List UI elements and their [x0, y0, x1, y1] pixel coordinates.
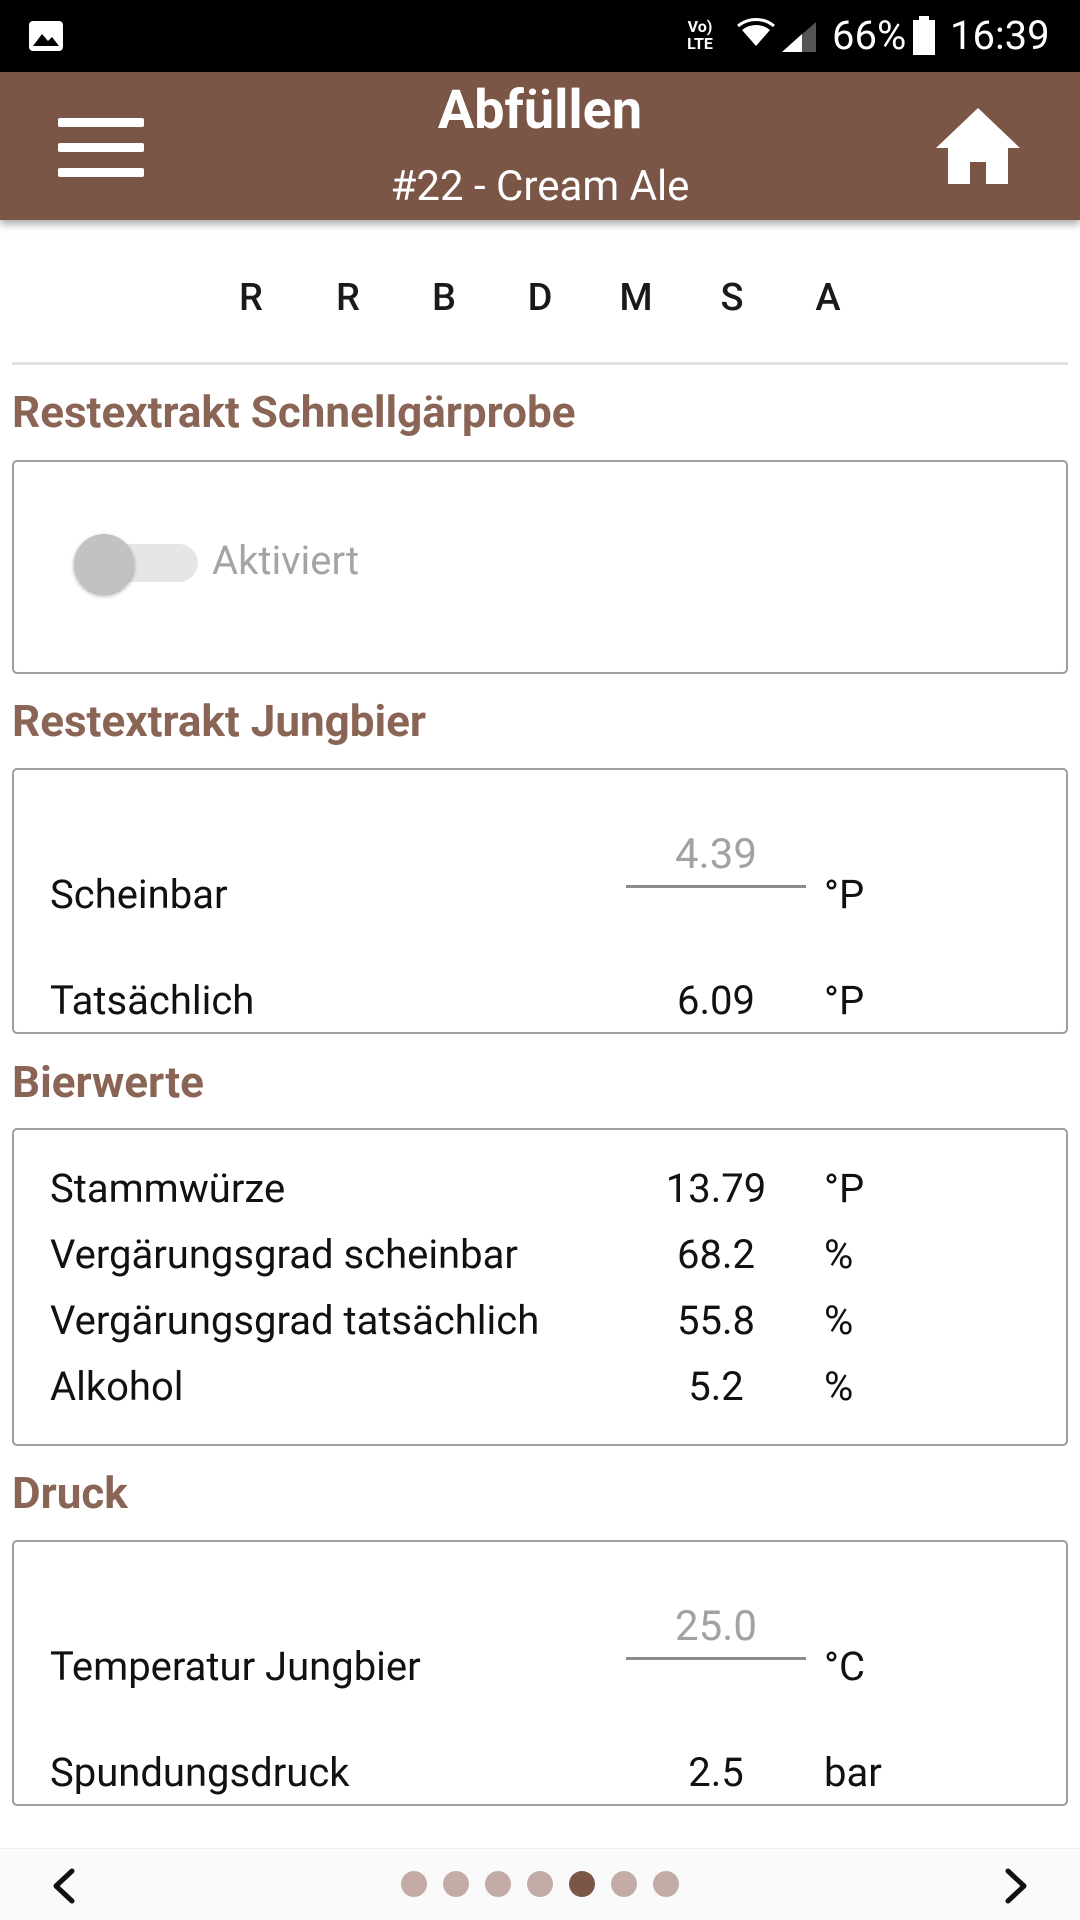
- section-title-jungbier: Restextrakt Jungbier: [12, 695, 427, 747]
- toggle-knob: [74, 534, 134, 594]
- step-tab-5[interactable]: M: [606, 270, 666, 326]
- temperatur-jungbier-input[interactable]: 25.0: [626, 1598, 806, 1660]
- battery-icon: [913, 16, 935, 55]
- battery-percent: 66%: [832, 12, 907, 59]
- status-bar: Vo) LTE 66% 16:39: [0, 0, 1080, 72]
- tatsaechlich-unit: °P: [824, 977, 865, 1024]
- scheinbar-label: Scheinbar: [50, 871, 228, 918]
- page-dot-2[interactable]: [443, 1871, 469, 1897]
- clock: 16:39: [950, 12, 1050, 59]
- vergaerungsgrad-scheinbar-value: 68.2: [677, 1231, 755, 1278]
- scheinbar-input-value: 4.39: [675, 830, 757, 879]
- page-dot-1[interactable]: [401, 1871, 427, 1897]
- tatsaechlich-label: Tatsächlich: [50, 977, 255, 1024]
- wifi-icon: [737, 18, 775, 46]
- page-title: Abfüllen: [437, 79, 643, 142]
- vergaerungsgrad-tatsaechlich-value: 55.8: [677, 1297, 755, 1344]
- vergaerungsgrad-scheinbar-label: Vergärungsgrad scheinbar: [50, 1231, 518, 1278]
- vergaerungsgrad-tatsaechlich-unit: %: [824, 1297, 854, 1344]
- spundungsdruck-label: Spundungsdruck: [50, 1749, 350, 1796]
- home-icon: [936, 108, 1020, 184]
- temperatur-jungbier-unit: °C: [824, 1643, 865, 1690]
- page-dot-7[interactable]: [653, 1871, 679, 1897]
- vergaerungsgrad-scheinbar-unit: %: [824, 1231, 854, 1278]
- spundungsdruck-value: 2.5: [688, 1749, 744, 1796]
- schnellgaerprobe-card: Aktiviert: [12, 460, 1068, 674]
- scheinbar-input[interactable]: 4.39: [626, 826, 806, 888]
- gallery-notification-icon: [29, 21, 63, 51]
- stammwuerze-label: Stammwürze: [50, 1165, 286, 1212]
- scheinbar-unit: °P: [824, 871, 865, 918]
- section-title-druck: Druck: [12, 1467, 128, 1519]
- stammwuerze-value: 13.79: [665, 1165, 767, 1212]
- previous-page-button[interactable]: [40, 1861, 90, 1911]
- step-tab-3[interactable]: B: [414, 270, 474, 326]
- app-header: Abfüllen #22 - Cream Ale: [0, 72, 1080, 220]
- step-tabs: R R B D M S A: [0, 270, 1080, 326]
- home-button[interactable]: [930, 102, 1026, 192]
- temperatur-jungbier-label: Temperatur Jungbier: [50, 1643, 421, 1690]
- temperatur-jungbier-input-value: 25.0: [675, 1602, 757, 1651]
- section-title-schnellgaerprobe: Restextrakt Schnellgärprobe: [12, 386, 576, 438]
- step-tab-7[interactable]: A: [798, 270, 858, 326]
- page-dot-3[interactable]: [485, 1871, 511, 1897]
- tatsaechlich-value: 6.09: [677, 977, 755, 1024]
- cell-signal-icon: [782, 22, 816, 52]
- step-tab-4[interactable]: D: [510, 270, 570, 326]
- vergaerungsgrad-tatsaechlich-label: Vergärungsgrad tatsächlich: [50, 1297, 540, 1344]
- alkohol-unit: %: [824, 1363, 854, 1410]
- alkohol-value: 5.2: [688, 1363, 744, 1410]
- chevron-left-icon: [53, 1868, 75, 1904]
- step-tab-1[interactable]: R: [221, 270, 281, 326]
- divider: [12, 362, 1068, 365]
- step-tab-2[interactable]: R: [318, 270, 378, 326]
- step-tab-6[interactable]: S: [702, 270, 762, 326]
- page-subtitle: #22 - Cream Ale: [390, 162, 690, 211]
- druck-card: Temperatur Jungbier 25.0 °C Spundungsdru…: [12, 1540, 1068, 1806]
- page-dot-4[interactable]: [527, 1871, 553, 1897]
- page-dot-6[interactable]: [611, 1871, 637, 1897]
- stammwuerze-unit: °P: [824, 1165, 865, 1212]
- page-dot-5-active[interactable]: [569, 1871, 595, 1897]
- alkohol-label: Alkohol: [50, 1363, 184, 1410]
- bottom-pager: [0, 1848, 1080, 1920]
- toggle-label: Aktiviert: [212, 537, 360, 584]
- next-page-button[interactable]: [990, 1861, 1040, 1911]
- chevron-right-icon: [1005, 1868, 1027, 1904]
- jungbier-card: Scheinbar 4.39 °P Tatsächlich 6.09 °P: [12, 768, 1068, 1034]
- bierwerte-card: Stammwürze 13.79 °P Vergärungsgrad schei…: [12, 1128, 1068, 1446]
- section-title-bierwerte: Bierwerte: [12, 1056, 204, 1108]
- spundungsdruck-unit: bar: [824, 1749, 882, 1796]
- volte-lte-icon: Vo) LTE: [687, 17, 713, 53]
- aktiviert-toggle[interactable]: [74, 530, 204, 594]
